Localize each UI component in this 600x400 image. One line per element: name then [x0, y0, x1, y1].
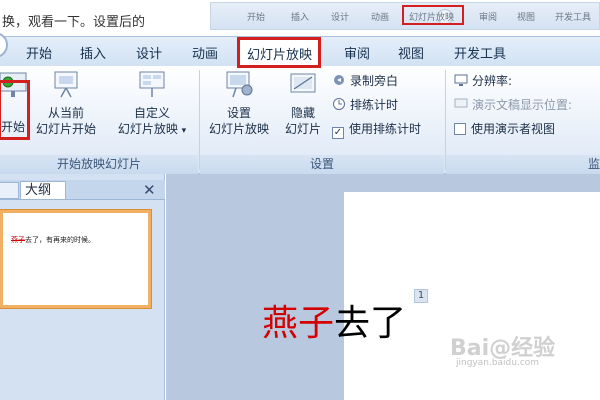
group-monitors: 分辨率: 演示文稿显示位置: 使用演示者视图 监: [446, 66, 600, 174]
slide-text[interactable]: 燕子去了: [262, 294, 406, 346]
inset-tab: 设计: [331, 13, 350, 23]
tab-developer[interactable]: 开发工具: [454, 43, 506, 62]
slide-text-black: 去了: [334, 303, 407, 344]
start-button-highlight-box: [0, 80, 30, 140]
tab-view[interactable]: 视图: [398, 43, 424, 62]
inset-highlight-box: [402, 5, 464, 25]
group-monitors-label: 监: [446, 155, 600, 174]
microphone-icon: [334, 75, 344, 85]
presentation-screen-icon: [54, 71, 78, 98]
setup-slideshow-button[interactable]: 设置 幻灯片放映: [204, 70, 274, 137]
inset-tab: 动画: [371, 13, 390, 23]
custom-slideshow-button[interactable]: 自定义 幻灯片放映 ▾: [110, 70, 194, 139]
caption-strip: 换，观看一下。设置后的 开始 插入 设计 动画 幻灯片放映 审阅 视图 开发工具: [0, 0, 600, 36]
from-current-label-1: 从当前: [47, 106, 84, 120]
presenter-view-label: 使用演示者视图: [471, 122, 556, 136]
inset-tab: 视图: [517, 13, 536, 23]
slide-text-red: 燕子: [262, 303, 335, 344]
checkbox-checked[interactable]: ✓: [332, 127, 344, 139]
tab-animations[interactable]: 动画: [192, 43, 218, 62]
inset-tab: 开发工具: [555, 13, 592, 23]
use-timings-label: 使用排练计时: [349, 122, 422, 136]
setup-slideshow-label-1: 设置: [226, 106, 251, 120]
resolution-label: 分辨率:: [472, 74, 513, 88]
group-setup: 设置 幻灯片放映 隐藏 幻灯片 录制旁白 排练计时 ✓ 使用排练计时 设置: [200, 66, 444, 174]
slides-outline-pane: 大纲 ✕ 燕子去了，有再来的时候。: [0, 174, 165, 400]
presenter-view-checkbox[interactable]: 使用演示者视图: [454, 120, 555, 138]
custom-show-icon: [139, 71, 165, 97]
hide-slide-button[interactable]: 隐藏 幻灯片: [280, 70, 326, 137]
tab-design[interactable]: 设计: [136, 43, 162, 62]
hide-slide-label-1: 隐藏: [290, 106, 315, 120]
slide-thumbnail[interactable]: 燕子去了，有再来的时候。: [0, 210, 151, 308]
record-narration-label: 录制旁白: [350, 74, 399, 88]
thumbnail-black-text: 去了，有再来的时候。: [25, 236, 95, 244]
tab-slides[interactable]: [0, 182, 19, 199]
clock-icon: [333, 98, 345, 110]
resolution-control[interactable]: 分辨率:: [454, 72, 512, 90]
custom-slideshow-label-2: 幻灯片放映: [117, 122, 178, 136]
from-current-button[interactable]: 从当前 幻灯片开始: [30, 70, 102, 137]
from-current-label-2: 幻灯片开始: [35, 122, 96, 136]
setup-slideshow-label-2: 幻灯片放映: [208, 122, 269, 136]
close-icon[interactable]: ✕: [143, 181, 156, 199]
thumbnail-text: 燕子去了，有再来的时候。: [11, 235, 95, 245]
tab-home[interactable]: 开始: [26, 43, 52, 62]
caption-text: 换，观看一下。设置后的: [2, 15, 146, 30]
rehearse-timings-label: 排练计时: [350, 98, 399, 112]
hide-slide-label-2: 幻灯片: [284, 122, 321, 136]
chevron-down-icon: ▾: [181, 126, 187, 136]
record-narration-button[interactable]: 录制旁白: [332, 72, 398, 90]
tab-outline[interactable]: 大纲: [20, 181, 66, 200]
ribbon: 开始 从当前 幻灯片开始 自定义 幻灯片放映 ▾ 开始放映幻灯片 设置 幻灯片放…: [0, 66, 600, 174]
monitor-icon: [454, 74, 468, 86]
show-on-control[interactable]: 演示文稿显示位置:: [454, 96, 572, 114]
checkbox-unchecked[interactable]: [454, 123, 466, 135]
inset-tab: 审阅: [479, 13, 498, 23]
tab-insert[interactable]: 插入: [80, 43, 106, 62]
inset-tab: 开始: [247, 13, 266, 23]
group-start-label: 开始放映幻灯片: [0, 155, 198, 174]
use-timings-checkbox[interactable]: ✓ 使用排练计时: [332, 120, 422, 139]
thumbnail-red-text: 燕子: [11, 236, 25, 244]
setup-show-icon: [226, 71, 253, 98]
baidu-watermark-url: jingyan.baidu.com: [456, 358, 540, 368]
inset-tab: 插入: [291, 13, 310, 23]
hide-slide-icon: [290, 73, 316, 93]
tab-review[interactable]: 审阅: [344, 43, 370, 62]
slide-number-badge: 1: [414, 289, 428, 303]
group-setup-label: 设置: [200, 155, 444, 174]
pane-tabs: 大纲 ✕: [0, 180, 165, 200]
rehearse-timings-button[interactable]: 排练计时: [332, 96, 398, 114]
custom-slideshow-label-1: 自定义: [133, 106, 170, 120]
display-icon: [454, 98, 468, 108]
show-on-label: 演示文稿显示位置:: [472, 98, 573, 112]
tab-highlight-box: [237, 37, 321, 68]
